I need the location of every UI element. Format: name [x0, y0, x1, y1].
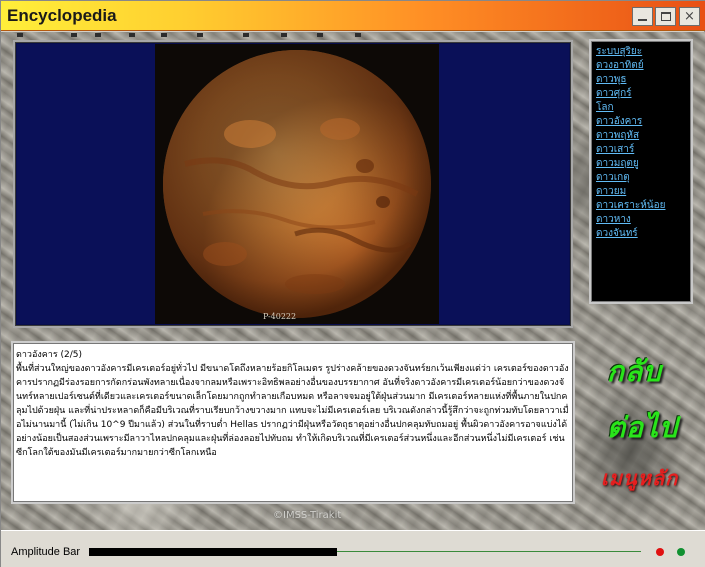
planet-menu-item[interactable]: ดาวมฤตยู	[596, 157, 665, 171]
back-button[interactable]: กลับ	[607, 350, 662, 394]
app-window: Encyclopedia × P-40222 ระบบสุริยะ ดวงอาท…	[0, 0, 705, 567]
maximize-button[interactable]	[655, 7, 676, 26]
image-panel: P-40222	[13, 40, 573, 328]
next-button[interactable]: ต่อไป	[607, 406, 678, 450]
photo-credit: P-40222	[263, 312, 297, 321]
green-indicator-light	[677, 548, 685, 556]
window-title: Encyclopedia	[7, 6, 117, 25]
article-body: พื้นที่ส่วนใหญ่ของดาวอังคารมีเครเตอร์อยู…	[16, 364, 569, 458]
planet-menu-item[interactable]: ดาวเคราะห์น้อย	[596, 199, 665, 213]
planet-menu-item[interactable]: ดาวเสาร์	[596, 143, 665, 157]
planet-menu-item[interactable]: ดาวพฤหัส	[596, 129, 665, 143]
planet-menu-item[interactable]: ดาวพุธ	[596, 73, 665, 87]
film-strip-decoration	[11, 32, 391, 40]
mars-photo	[155, 44, 439, 324]
amplitude-label: Amplitude Bar	[11, 546, 81, 558]
red-indicator-light	[656, 548, 664, 556]
planet-menu: ระบบสุริยะ ดวงอาทิตย์ ดาวพุธ ดาวศุกร์ โลก ดาว…	[589, 39, 693, 304]
article-panel[interactable]: ดาวอังคาร (2/5) พื้นที่ส่วนใหญ่ของดาวอัง…	[11, 341, 575, 504]
planet-menu-item[interactable]: ดวงจันทร์	[596, 227, 665, 241]
planet-menu-item[interactable]: โลก	[596, 101, 665, 115]
minimize-button[interactable]	[632, 7, 653, 26]
planet-menu-item[interactable]: ดาวศุกร์	[596, 87, 665, 101]
planet-menu-item[interactable]: ดวงอาทิตย์	[596, 59, 665, 73]
close-button[interactable]: ×	[679, 7, 700, 26]
status-bar: Amplitude Bar	[1, 530, 705, 567]
planet-list: ระบบสุริยะ ดวงอาทิตย์ ดาวพุธ ดาวศุกร์ โลก ดาว…	[596, 45, 665, 241]
planet-menu-item[interactable]: ดาวหาง	[596, 213, 665, 227]
title-bar[interactable]: Encyclopedia ×	[1, 1, 705, 31]
article-heading: ดาวอังคาร (2/5)	[16, 350, 83, 360]
minimize-icon	[638, 19, 647, 21]
amplitude-bar	[89, 548, 337, 556]
planet-menu-item[interactable]: ระบบสุริยะ	[596, 45, 665, 59]
content-area: P-40222 ระบบสุริยะ ดวงอาทิตย์ ดาวพุธ ดาวศุก…	[1, 32, 705, 530]
planet-menu-item[interactable]: ดาวยม	[596, 185, 665, 199]
planet-menu-item[interactable]: ดาวอังคาร	[596, 115, 665, 129]
image-viewport: P-40222	[17, 44, 569, 324]
watermark: ©IMSS-Tirakit	[273, 510, 342, 521]
close-icon: ×	[684, 9, 695, 24]
article-text: ดาวอังคาร (2/5) พื้นที่ส่วนใหญ่ของดาวอัง…	[16, 348, 570, 498]
maximize-icon	[660, 12, 671, 21]
main-menu-button[interactable]: เมนูหลัก	[601, 462, 678, 494]
mars-planet-image	[163, 50, 431, 318]
planet-menu-item[interactable]: ดาวเกตุ	[596, 171, 665, 185]
